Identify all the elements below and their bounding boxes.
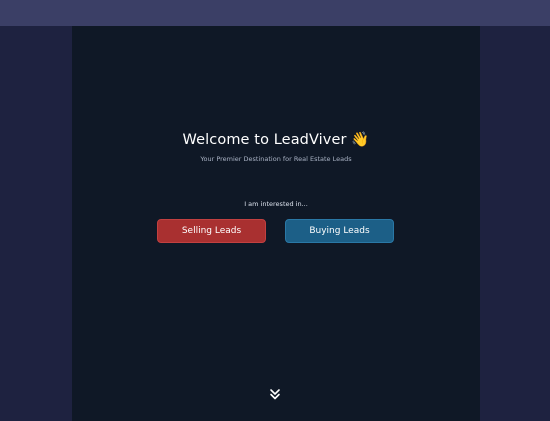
interest-prompt: I am interested in... bbox=[244, 200, 308, 208]
page-title: Welcome to LeadViver 👋 bbox=[182, 132, 370, 148]
hero-section: Welcome to LeadViver 👋 Your Premier Dest… bbox=[72, 26, 480, 421]
page-subtitle: Your Premier Destination for Real Estate… bbox=[200, 155, 352, 163]
selling-leads-label: Selling Leads bbox=[181, 226, 242, 236]
top-bar bbox=[0, 0, 550, 26]
double-chevron-down-icon[interactable] bbox=[268, 386, 282, 400]
buying-leads-button[interactable]: Buying Leads bbox=[285, 219, 394, 243]
selling-leads-button[interactable]: Selling Leads bbox=[157, 219, 266, 243]
buying-leads-label: Buying Leads bbox=[309, 226, 370, 236]
right-margin bbox=[480, 26, 550, 421]
left-margin bbox=[0, 26, 72, 421]
